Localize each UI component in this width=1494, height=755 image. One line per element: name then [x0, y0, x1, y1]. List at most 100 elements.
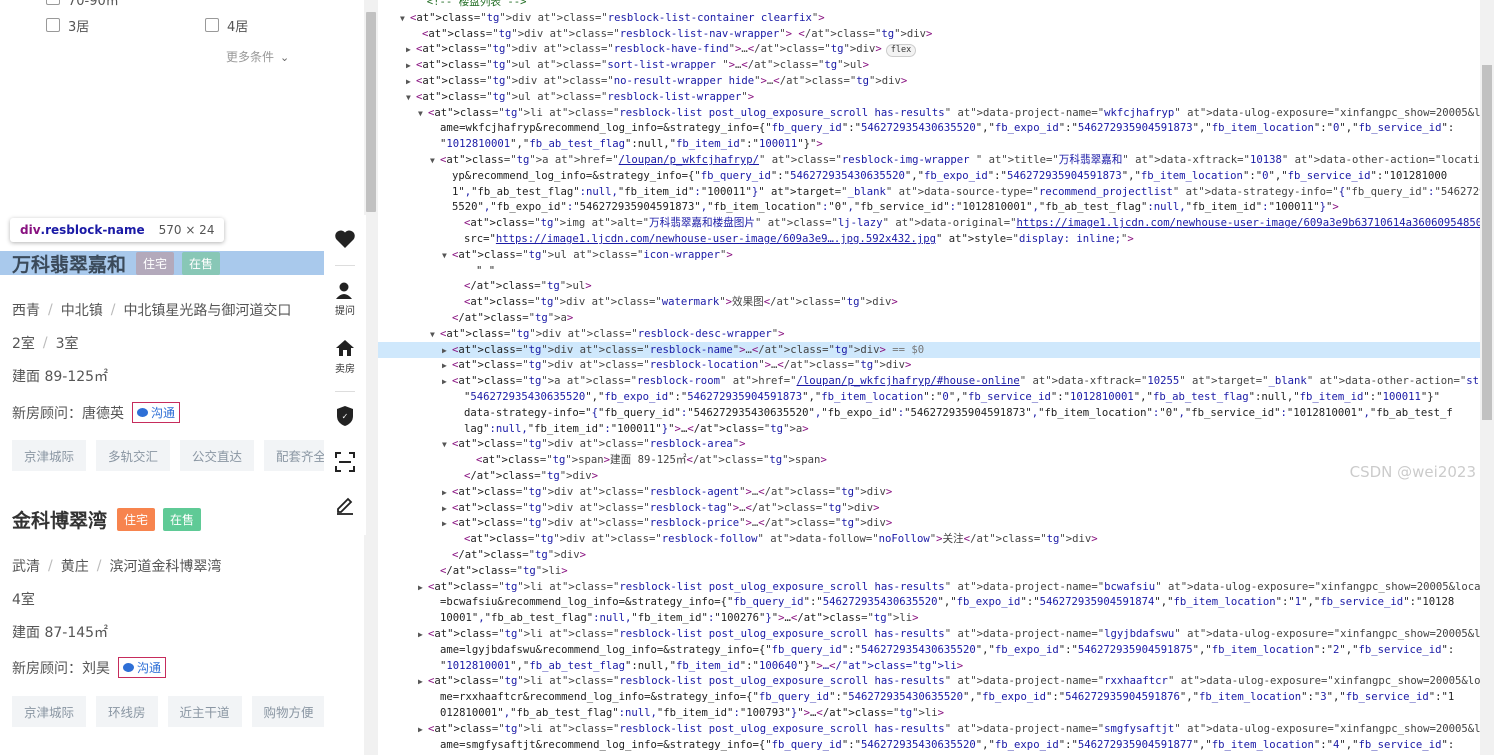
dom-node-line[interactable]: "546272935430635520","fb_expo_id":"54627…	[378, 389, 1480, 405]
dom-node-line[interactable]: ▼ <at">class="tg">ul at">class="resblock-…	[378, 89, 1480, 105]
listing-rooms[interactable]: 2室/ 3室	[12, 333, 79, 353]
dom-node-line[interactable]: ▶ <at">class="tg">li at">class="resblock-…	[378, 721, 1480, 737]
dom-node-line[interactable]: ▶ <at">class="tg">div at">class="resblock…	[378, 357, 1480, 373]
dom-node-line[interactable]: </at">class="tg">div>	[378, 547, 1480, 563]
dom-node-line[interactable]: ▶ <at">class="tg">li at">class="resblock-…	[378, 673, 1480, 689]
dom-node-line[interactable]: ▼ <at">class="tg">div at">class="resblock…	[378, 436, 1480, 452]
dom-node-line[interactable]: ▼ <at">class="tg">div at">class="resblock…	[378, 326, 1480, 342]
listing-name[interactable]: 金科博翠湾	[12, 506, 107, 533]
collapse-arrow-icon[interactable]: ▶	[406, 74, 416, 90]
listing-title[interactable]: 金科博翠湾 住宅 在售	[12, 506, 202, 533]
dom-node-line[interactable]: ame=wkfcjhafryp&recommend_log_info=&stra…	[378, 120, 1480, 136]
district[interactable]: 西青	[12, 300, 40, 320]
dom-node-line[interactable]: ▼ <at">class="tg">div at">class="resblock…	[378, 10, 1480, 26]
town[interactable]: 中北镇	[61, 300, 103, 320]
expand-arrow-icon[interactable]: ▼	[400, 11, 410, 27]
dom-node-line[interactable]: " "	[378, 263, 1480, 279]
chat-button[interactable]: 沟通	[118, 657, 167, 678]
collapse-arrow-icon[interactable]: ▶	[442, 358, 452, 374]
dom-node-line[interactable]: ▶ <at">class="tg">div at">class="resblock…	[378, 500, 1480, 516]
address[interactable]: 中北镇星光路与御河道交口	[123, 300, 291, 320]
checkbox[interactable]	[46, 0, 60, 5]
dom-node-line[interactable]: </at">class="tg">li>	[378, 563, 1480, 579]
elements-tree[interactable]: <!-- 楼盘列表 --> ▼ <at">class="tg">div at">cl…	[378, 0, 1480, 755]
district[interactable]: 武清	[12, 556, 40, 576]
collapse-arrow-icon[interactable]: ▶	[418, 674, 428, 690]
listing-title[interactable]: 万科翡翠嘉和 住宅 在售	[12, 250, 221, 277]
dom-node-line[interactable]: ▶ <at">class="tg">a at">class="resblock-r…	[378, 373, 1480, 389]
dom-node-line[interactable]: =bcwafsiu&recommend_log_info=&strategy_i…	[378, 594, 1480, 610]
dom-node-line[interactable]: ▶ <at">class="tg">li at">class="resblock-…	[378, 579, 1480, 595]
dom-node-line[interactable]: <at">class="tg">div at">class="resblock-…	[378, 531, 1480, 547]
collapse-arrow-icon[interactable]: ▶	[442, 516, 452, 532]
dom-node-line[interactable]: </at">class="tg">div>	[378, 468, 1480, 484]
dom-node-line[interactable]: <!-- 楼盘列表 -->	[378, 0, 1480, 10]
collapse-arrow-icon[interactable]: ▶	[442, 374, 452, 390]
collapse-arrow-icon[interactable]: ▶	[406, 58, 416, 74]
listing-name[interactable]: 万科翡翠嘉和	[12, 250, 126, 277]
expand-arrow-icon[interactable]: ▼	[442, 248, 452, 264]
more-conditions-button[interactable]: 更多条件 ⌄	[226, 48, 289, 65]
dom-node-line[interactable]: lag":null,"fb_item_id":"100011"}">…</at"…	[378, 421, 1480, 437]
collapse-arrow-icon[interactable]: ▶	[418, 722, 428, 738]
dom-node-line[interactable]: <at">class="tg">span>建面 89-125㎡</at">cla…	[378, 452, 1480, 468]
collapse-arrow-icon[interactable]: ▶	[418, 627, 428, 643]
collapse-arrow-icon[interactable]: ▶	[418, 580, 428, 596]
dom-node-line[interactable]: ame=lgyjbdafswu&recommend_log_info=&stra…	[378, 642, 1480, 658]
dom-node-line[interactable]: "1012810001","fb_ab_test_flag":null,"fb_…	[378, 136, 1480, 152]
address[interactable]: 滨河道金科博翠湾	[109, 556, 221, 576]
expand-arrow-icon[interactable]: ▼	[418, 106, 428, 122]
expand-arrow-icon[interactable]: ▼	[430, 327, 440, 343]
collapse-arrow-icon[interactable]: ▶	[442, 501, 452, 517]
dom-node-line[interactable]: <at">class="tg">div at">class="watermark…	[378, 294, 1480, 310]
dom-node-line[interactable]: ▼ <at">class="tg">a at">href="/loupan/p_w…	[378, 152, 1480, 168]
dom-node-line[interactable]: "1012810001","fb_ab_test_flag":null,"fb_…	[378, 658, 1480, 674]
chat-button[interactable]: 沟通	[132, 402, 181, 423]
flex-badge[interactable]: flex	[885, 44, 917, 58]
dom-node-line[interactable]: ▼ <at">class="tg">ul at">class="icon-wrap…	[378, 247, 1480, 263]
dom-node-line[interactable]: data-strategy-info="{"fb_query_id":"5462…	[378, 405, 1480, 421]
page-scrollbar[interactable]	[364, 0, 378, 755]
dom-node-line[interactable]: yp&recommend_log_info=&strategy_info={"f…	[378, 168, 1480, 184]
scan-button[interactable]	[324, 451, 366, 476]
listing-rooms[interactable]: 4室	[12, 589, 35, 609]
sell-button[interactable]: 卖房	[324, 339, 366, 375]
expand-arrow-icon[interactable]: ▼	[430, 153, 440, 169]
dom-node-line[interactable]: src="https://image1.ljcdn.com/newhouse-u…	[378, 231, 1480, 247]
dom-node-line[interactable]: 012810001","fb_ab_test_flag":null,"fb_it…	[378, 705, 1480, 721]
tooltip-size: 570 × 24	[158, 223, 215, 237]
dom-node-line[interactable]: me=rxxhaaftcr&recommend_log_info=&strate…	[378, 689, 1480, 705]
collapse-arrow-icon[interactable]: ▶	[406, 42, 416, 58]
dom-node-line[interactable]: ▶ <at">class="tg">ul at">class="sort-list…	[378, 57, 1480, 73]
dom-node-line[interactable]: ▶ <at">class="tg">div at">class="resblock…	[378, 41, 1480, 58]
favorite-button[interactable]	[324, 229, 366, 252]
dom-node-line[interactable]: 10001","fb_ab_test_flag":null,"fb_item_i…	[378, 610, 1480, 626]
dom-node-line[interactable]: ▶ <at">class="tg">div at">class="resblock…	[378, 484, 1480, 500]
dom-node-line[interactable]: ▶ <at">class="tg">div at">class="resblock…	[378, 515, 1480, 531]
dom-node-line[interactable]: ▼ <at">class="tg">li at">class="resblock-…	[378, 105, 1480, 121]
town[interactable]: 黄庄	[61, 556, 89, 576]
svg-text:✓: ✓	[342, 412, 349, 421]
elements-scrollbar[interactable]	[1480, 0, 1494, 755]
dom-node-line[interactable]: <at">class="tg">img at">alt="万科翡翠嘉和楼盘图片"…	[378, 215, 1480, 231]
expand-arrow-icon[interactable]: ▼	[406, 90, 416, 106]
dom-node-line[interactable]: </at">class="tg">a>	[378, 310, 1480, 326]
expand-arrow-icon[interactable]: ▼	[442, 437, 452, 453]
dom-node-line[interactable]: 1","fb_ab_test_flag":null,"fb_item_id":"…	[378, 184, 1480, 200]
checkbox-3room[interactable]	[46, 18, 60, 32]
dom-node-line[interactable]: 5520","fb_expo_id":"546272935904591873",…	[378, 199, 1480, 215]
collapse-arrow-icon[interactable]: ▶	[442, 485, 452, 501]
scrollbar-thumb[interactable]	[1482, 65, 1492, 420]
dom-node-selected[interactable]: ▶ <at">class="tg">div at">class="resblock…	[378, 341, 1480, 359]
edit-button[interactable]	[324, 495, 366, 518]
scrollbar-thumb[interactable]	[366, 12, 376, 212]
dom-node-line[interactable]: </at">class="tg">ul>	[378, 278, 1480, 294]
dom-node-line[interactable]: ▶ <at">class="tg">div at">class="no-resul…	[378, 73, 1480, 89]
shield-button[interactable]: ✓	[324, 405, 366, 430]
dom-node-line[interactable]: <at">class="tg">div at">class="resblock-…	[378, 26, 1480, 42]
collapse-arrow-icon[interactable]: ▶	[442, 343, 452, 359]
dom-node-line[interactable]: ▶ <at">class="tg">li at">class="resblock-…	[378, 626, 1480, 642]
dom-node-line[interactable]: ame=smgfysaftjt&recommend_log_info=&stra…	[378, 737, 1480, 753]
checkbox-4room[interactable]	[205, 18, 219, 32]
ask-button[interactable]: 提问	[324, 281, 366, 317]
